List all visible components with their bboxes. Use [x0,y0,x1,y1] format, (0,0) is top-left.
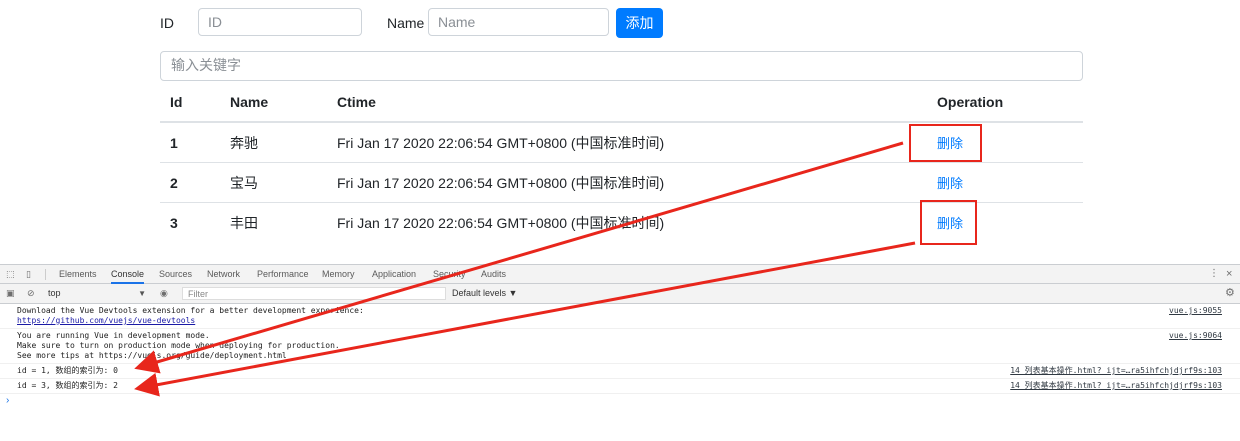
message-source[interactable]: 14 列表基本操作.html?_ijt=…ra5ihfchjdjrf9s:103 [1010,366,1222,376]
row-operation: 删除 [937,163,963,202]
sidebar-toggle-icon[interactable]: ▣ [6,284,15,302]
table-header: Id Name Ctime Operation [160,83,1083,123]
devtools-tabbar: ⬚ ▯ Elements Console Sources Network Per… [0,264,1240,284]
context-value: top [48,288,61,298]
filter-input[interactable] [182,287,446,300]
name-input[interactable] [428,8,609,36]
console-messages: Download the Vue Devtools extension for … [0,304,1240,394]
more-menu-icon[interactable]: ⋮ [1209,265,1219,283]
console-message: Download the Vue Devtools extension for … [0,304,1240,329]
tab-performance[interactable]: Performance [257,265,309,284]
chevron-down-icon: ▼ [138,289,146,298]
console-message: id = 1, 数组的索引为: 0 14 列表基本操作.html?_ijt=…r… [0,364,1240,379]
tab-audits[interactable]: Audits [481,265,506,284]
message-text: You are running Vue in development mode. [17,331,210,340]
console-toolbar: ▣ ⊘ top ▼ ◉ Default levels ▼ ⚙ [0,284,1240,304]
table-row: 3 丰田 Fri Jan 17 2020 22:06:54 GMT+0800 (… [160,203,1083,242]
tab-memory[interactable]: Memory [322,265,355,284]
name-label: Name [387,15,425,31]
row-operation: 删除 [937,203,963,242]
tab-elements[interactable]: Elements [59,265,97,284]
message-text: Download the Vue Devtools extension for … [17,306,364,315]
row-name: 宝马 [230,175,258,192]
message-text: Make sure to turn on production mode whe… [17,341,340,350]
tab-sources[interactable]: Sources [159,265,192,284]
delete-link[interactable]: 删除 [937,133,963,152]
message-source[interactable]: vue.js:9064 [1169,331,1222,341]
tab-network[interactable]: Network [207,265,240,284]
row-operation: 删除 [937,123,963,162]
add-button[interactable]: 添加 [616,8,663,38]
header-name: Name [230,94,269,110]
device-toggle-icon[interactable]: ▯ [26,265,31,283]
row-name: 丰田 [230,215,258,232]
message-link[interactable]: https://github.com/vuejs/vue-devtools [17,316,1240,326]
inspect-icon[interactable]: ⬚ [6,265,15,283]
id-input[interactable] [198,8,362,36]
header-id: Id [170,94,183,110]
search-input[interactable] [160,51,1083,81]
id-label: ID [160,15,174,31]
delete-link[interactable]: 删除 [937,213,963,232]
data-table: Id Name Ctime Operation 1 奔驰 Fri Jan 17 … [160,83,1083,242]
tab-application[interactable]: Application [372,265,416,284]
row-name: 奔驰 [230,135,258,152]
delete-link[interactable]: 删除 [937,173,963,192]
clear-console-icon[interactable]: ⊘ [27,284,35,302]
row-id: 3 [170,214,178,231]
devtools-panel: ⬚ ▯ Elements Console Sources Network Per… [0,264,1240,441]
console-message: id = 3, 数组的索引为: 2 14 列表基本操作.html?_ijt=…r… [0,379,1240,394]
tab-security[interactable]: Security [433,265,466,284]
message-source[interactable]: 14 列表基本操作.html?_ijt=…ra5ihfchjdjrf9s:103 [1010,381,1222,391]
divider [45,269,46,280]
header-operation: Operation [937,94,1004,110]
eye-icon[interactable]: ◉ [160,284,168,302]
levels-dropdown[interactable]: Default levels ▼ [452,284,517,303]
gear-icon[interactable]: ⚙ [1225,284,1235,302]
row-ctime: Fri Jan 17 2020 22:06:54 GMT+0800 (中国标准时… [337,174,665,191]
close-icon[interactable]: × [1226,265,1232,283]
row-ctime: Fri Jan 17 2020 22:06:54 GMT+0800 (中国标准时… [337,134,665,151]
message-text: See more tips at https://vuejs.org/guide… [17,351,287,360]
message-source[interactable]: vue.js:9055 [1169,306,1222,316]
row-id: 1 [170,134,178,151]
table-row: 2 宝马 Fri Jan 17 2020 22:06:54 GMT+0800 (… [160,163,1083,203]
console-prompt-icon[interactable]: › [6,395,9,406]
header-ctime: Ctime [337,94,376,110]
context-select[interactable]: top ▼ [48,287,148,300]
table-row: 1 奔驰 Fri Jan 17 2020 22:06:54 GMT+0800 (… [160,123,1083,163]
console-message: You are running Vue in development mode.… [0,329,1240,364]
tab-console[interactable]: Console [111,265,145,284]
row-ctime: Fri Jan 17 2020 22:06:54 GMT+0800 (中国标准时… [337,214,665,231]
row-id: 2 [170,174,178,191]
